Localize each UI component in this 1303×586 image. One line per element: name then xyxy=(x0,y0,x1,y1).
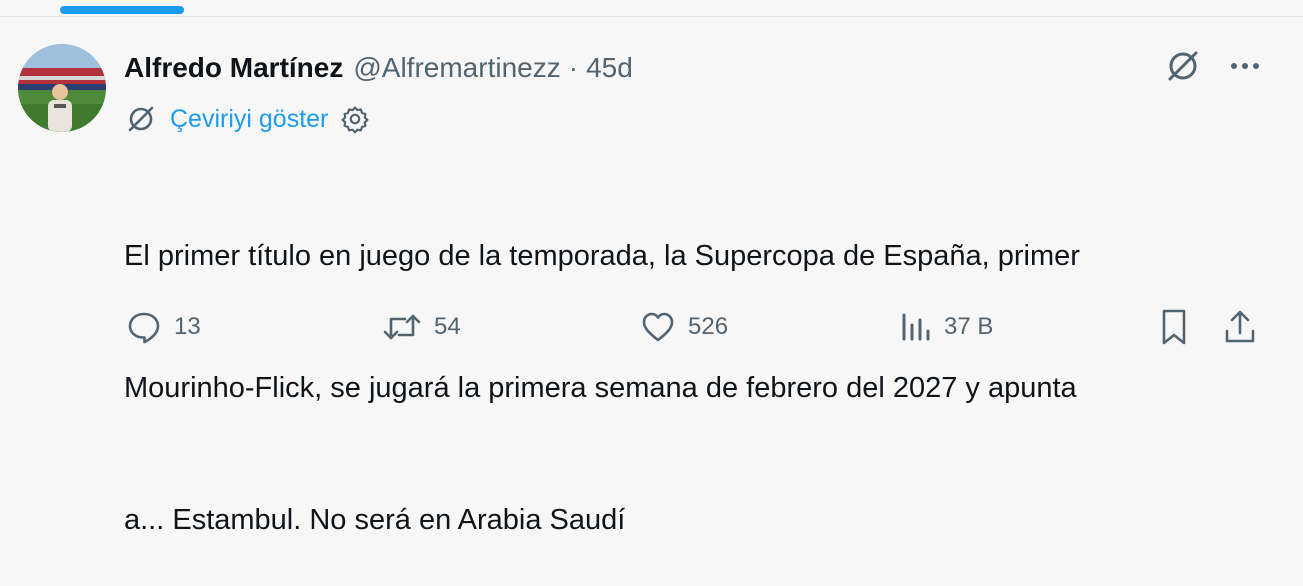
tweet-text-line: Mourinho-Flick, se jugará la primera sem… xyxy=(124,372,1077,404)
tweet-actions-bar: 13 54 526 37 B xyxy=(0,305,1303,349)
bookmark-icon xyxy=(1162,309,1186,345)
views-icon xyxy=(902,313,930,341)
translate-icon xyxy=(128,106,154,132)
repost-count: 54 xyxy=(434,313,461,340)
share-button[interactable] xyxy=(1222,305,1258,349)
divider xyxy=(0,16,1303,17)
views-button[interactable]: 37 B xyxy=(900,305,993,349)
show-translation-link[interactable]: Çeviriyi göster xyxy=(170,105,328,134)
translate-row: Çeviriyi göster xyxy=(124,100,370,138)
timestamp[interactable]: 45d xyxy=(586,52,633,84)
tweet-top-actions xyxy=(1163,46,1261,86)
separator-dot: · xyxy=(568,52,579,83)
avatar-image xyxy=(18,44,106,132)
repost-icon xyxy=(383,314,421,340)
reply-button[interactable]: 13 xyxy=(126,305,201,349)
more-button[interactable] xyxy=(1229,60,1261,72)
more-icon xyxy=(1231,63,1259,69)
tweet-header: Alfredo Martínez @Alfremartinezz · 45d xyxy=(124,48,633,88)
grok-translate-button[interactable] xyxy=(1163,46,1203,86)
avatar[interactable] xyxy=(18,44,106,132)
reply-count: 13 xyxy=(174,313,201,340)
tweet-text: El primer título en juego de la temporad… xyxy=(124,146,1254,586)
like-count: 526 xyxy=(688,313,729,340)
share-icon xyxy=(1225,310,1255,343)
author-handle[interactable]: @Alfremartinezz xyxy=(353,52,560,84)
bookmark-button[interactable] xyxy=(1158,305,1190,349)
translate-icon xyxy=(1168,51,1198,81)
translation-settings-button[interactable] xyxy=(340,104,370,134)
heart-icon xyxy=(642,312,674,342)
repost-button[interactable]: 54 xyxy=(382,305,461,349)
reply-icon xyxy=(128,312,160,344)
views-count: 37 B xyxy=(944,313,994,340)
tab-indicator xyxy=(60,6,184,14)
like-button[interactable]: 526 xyxy=(640,305,728,349)
gear-icon xyxy=(341,106,369,134)
author-name[interactable]: Alfredo Martínez xyxy=(124,52,343,84)
tweet-text-line: a... Estambul. No será en Arabia Saudí xyxy=(124,504,626,536)
tweet-text-line: El primer título en juego de la temporad… xyxy=(124,240,1080,272)
